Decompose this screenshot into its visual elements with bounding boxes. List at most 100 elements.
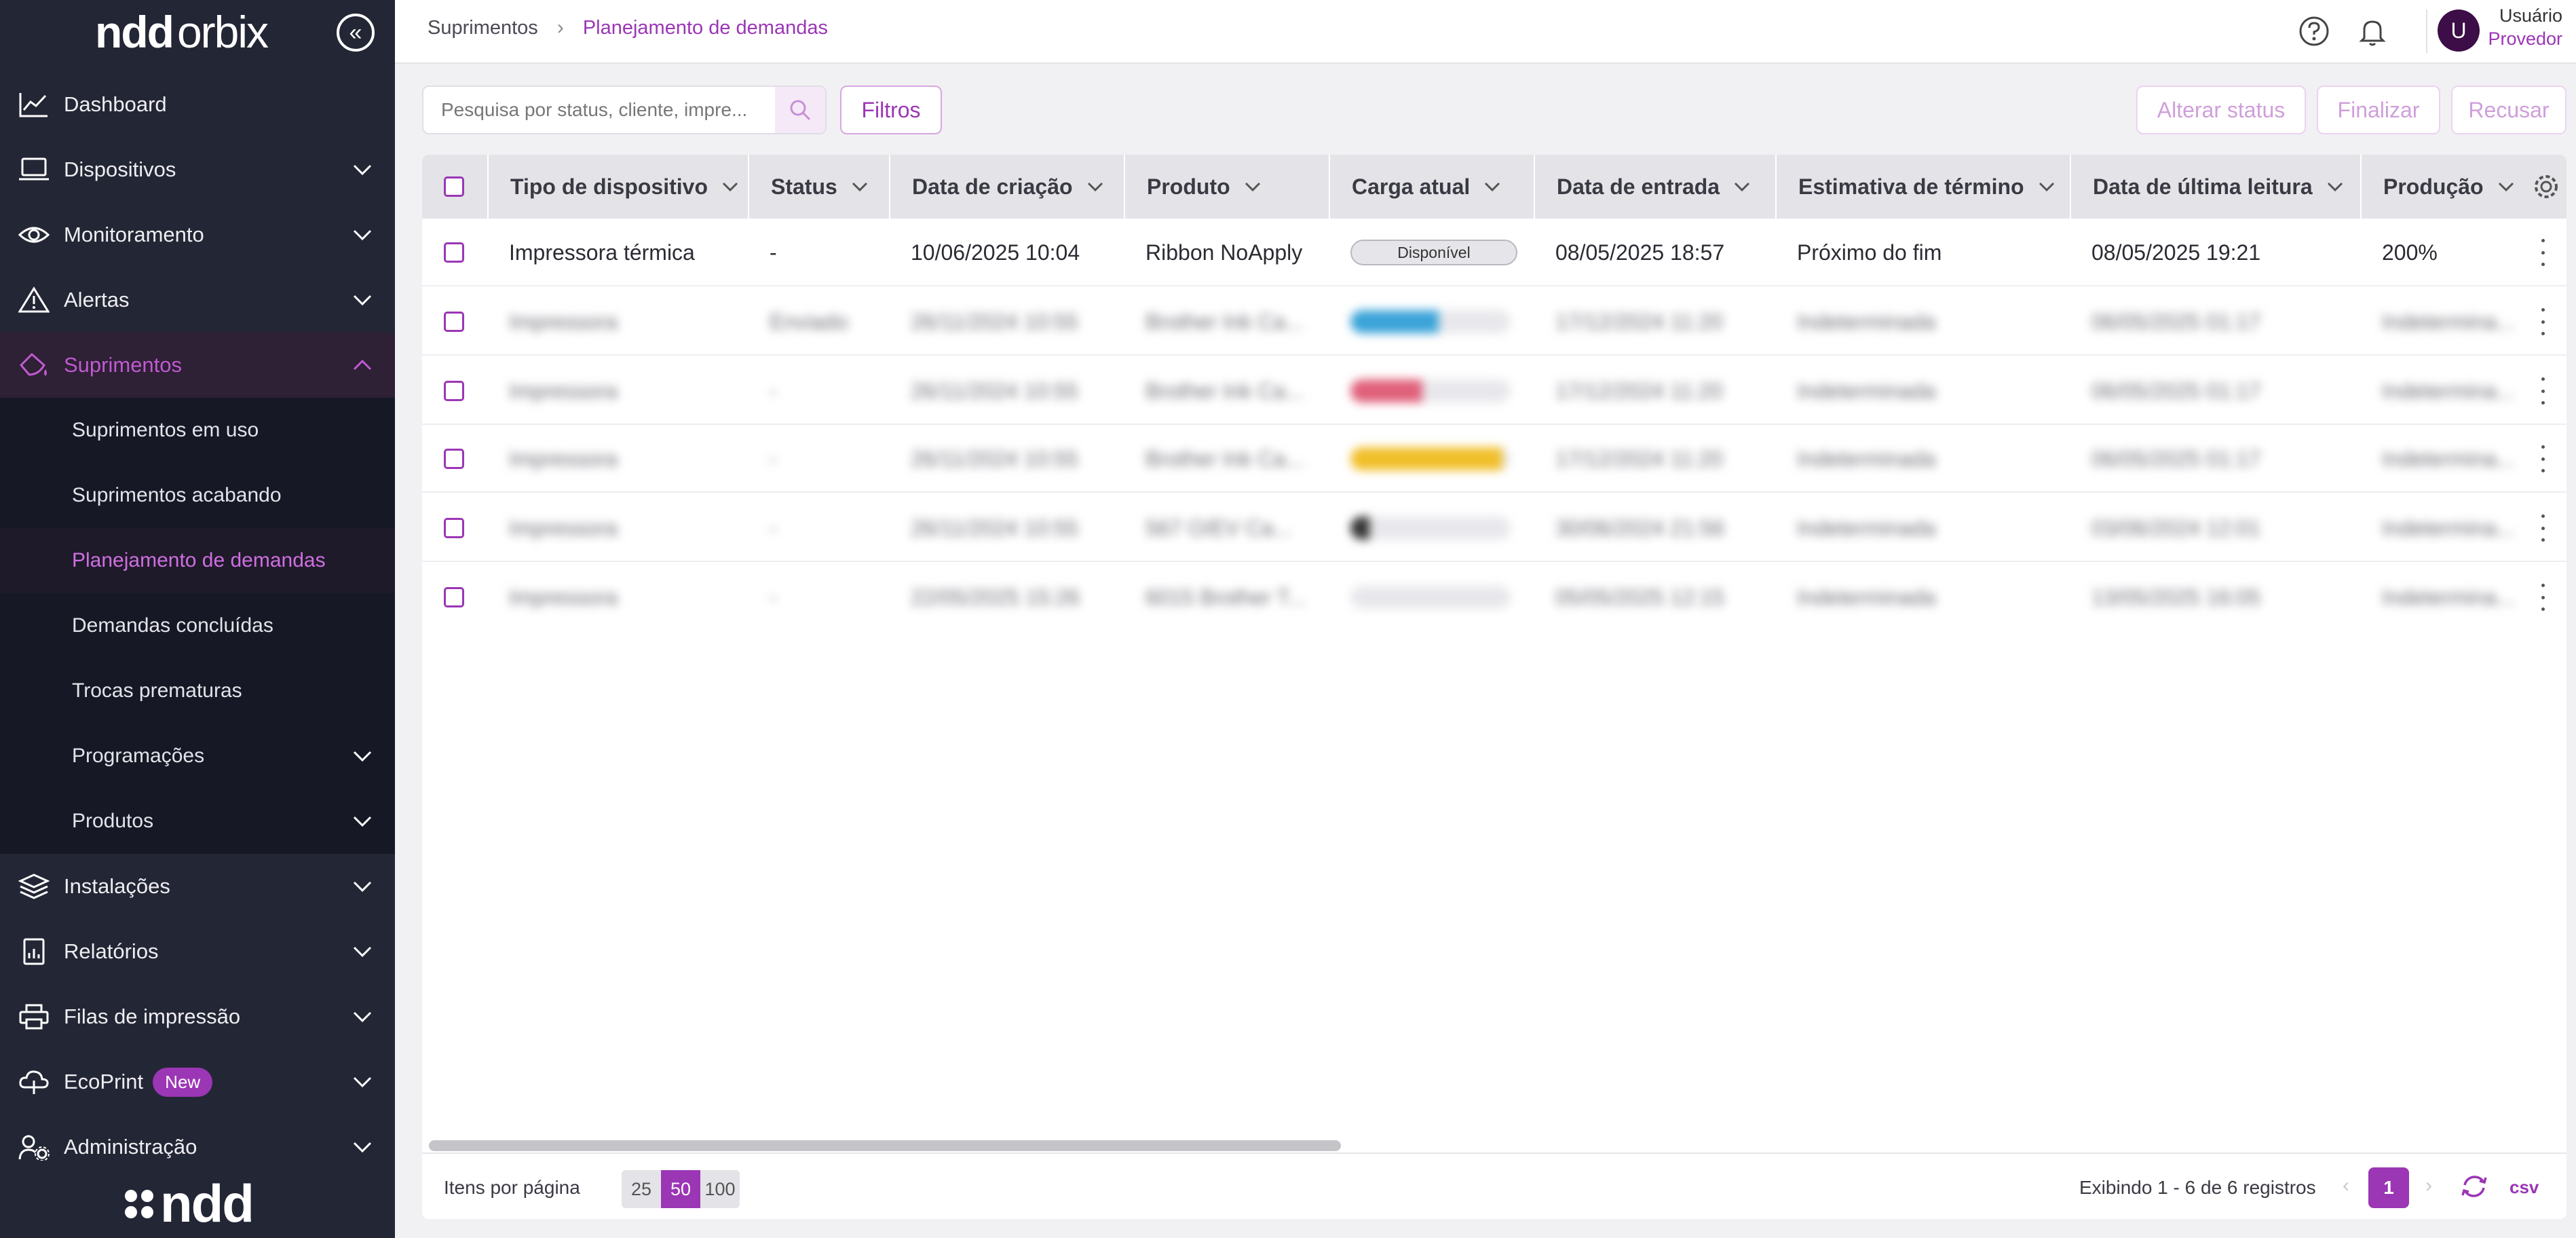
row-checkbox[interactable] [444, 242, 464, 263]
chevron-down-icon[interactable] [350, 157, 375, 182]
row-menu-icon[interactable] [2539, 445, 2546, 472]
page-size-50[interactable]: 50 [661, 1170, 700, 1208]
column-header-ultima-leitura[interactable]: Data de última leitura [2070, 155, 2360, 219]
page-size-100[interactable]: 100 [700, 1170, 740, 1208]
column-header-estimativa[interactable]: Estimativa de término [1775, 155, 2070, 219]
column-header-tipo[interactable]: Tipo de dispositivo [487, 155, 748, 219]
status-badge: Disponível [1350, 240, 1517, 265]
column-settings-button[interactable] [2526, 155, 2566, 219]
prev-page-icon[interactable]: ‹ [2343, 1174, 2349, 1197]
row-checkbox[interactable] [444, 312, 464, 332]
sidebar-item-dashboard[interactable]: Dashboard [0, 72, 395, 137]
help-icon[interactable] [2296, 14, 2332, 49]
ndd-orbix-logo[interactable]: ndd orbix [95, 5, 269, 58]
submenu-item-produtos[interactable]: Produtos [0, 789, 395, 854]
sidebar-item-relatorios[interactable]: Relatórios [0, 919, 395, 984]
sidebar-item-alertas[interactable]: Alertas [0, 267, 395, 333]
horizontal-scrollbar[interactable] [429, 1140, 1341, 1151]
sidebar-item-monitoramento[interactable]: Monitoramento [0, 202, 395, 267]
table-row[interactable]: Impressora - 22/05/2025 15:26 6015 Broth… [422, 563, 2566, 631]
finish-button[interactable]: Finalizar [2317, 86, 2440, 134]
chevron-down-icon[interactable] [350, 1070, 375, 1094]
sidebar-item-label: Suprimentos [64, 353, 183, 377]
row-menu-icon[interactable] [2539, 514, 2546, 542]
breadcrumb-item-current: Planejamento de demandas [582, 16, 828, 39]
header-divider [2426, 10, 2427, 53]
chevron-down-icon[interactable] [350, 939, 375, 964]
page-size-25[interactable]: 25 [622, 1170, 661, 1208]
chevron-down-icon[interactable] [1482, 176, 1502, 197]
table-row[interactable]: Impressora - 26/11/2024 10:55 Brother In… [422, 425, 2566, 493]
column-header-data-criacao[interactable]: Data de criação [889, 155, 1124, 219]
change-status-button[interactable]: Alterar status [2136, 86, 2306, 134]
chevron-down-icon[interactable] [350, 223, 375, 247]
chevron-down-icon[interactable] [2037, 176, 2057, 197]
row-menu-icon[interactable] [2539, 239, 2546, 266]
refresh-icon[interactable] [2459, 1171, 2489, 1201]
chevron-down-icon[interactable] [2325, 176, 2345, 197]
chevron-down-icon[interactable] [350, 874, 375, 899]
bell-icon[interactable] [2355, 14, 2390, 49]
sidebar-item-suprimentos[interactable]: Suprimentos [0, 333, 395, 398]
row-checkbox[interactable] [444, 518, 464, 538]
select-all-checkbox[interactable] [444, 176, 464, 197]
chevron-down-icon[interactable] [2496, 176, 2516, 197]
chevron-down-icon[interactable] [350, 809, 375, 833]
chevron-down-icon[interactable] [350, 1005, 375, 1029]
avatar[interactable]: U [2438, 10, 2480, 52]
search-button[interactable] [775, 87, 825, 133]
chevron-down-icon[interactable] [720, 176, 740, 197]
submenu-item-label: Produtos [72, 810, 154, 832]
sidebar-item-filas-de-impressao[interactable]: Filas de impressão [0, 984, 395, 1049]
breadcrumb-item-suprimentos[interactable]: Suprimentos [428, 17, 538, 39]
submenu-item-suprimentos-acabando[interactable]: Suprimentos acabando [0, 463, 395, 528]
chevron-up-icon[interactable] [350, 353, 375, 377]
row-checkbox[interactable] [444, 587, 464, 607]
cell-status: - [770, 584, 777, 609]
sidebar-item-label: Administração [64, 1135, 197, 1159]
row-menu-icon[interactable] [2539, 584, 2546, 611]
row-menu-icon[interactable] [2539, 377, 2546, 405]
submenu-item-label: Trocas prematuras [72, 679, 242, 702]
submenu-item-trocas-prematuras[interactable]: Trocas prematuras [0, 658, 395, 724]
current-page-button[interactable]: 1 [2368, 1167, 2409, 1208]
chevron-down-icon[interactable] [1243, 176, 1263, 197]
submenu-item-demandas-concluidas[interactable]: Demandas concluídas [0, 593, 395, 658]
table-row[interactable]: Impressora - 26/11/2024 10:55 567 O/EV C… [422, 494, 2566, 562]
search-input[interactable] [423, 87, 776, 133]
chevron-down-icon[interactable] [1085, 176, 1105, 197]
submenu-item-suprimentos-em-uso[interactable]: Suprimentos em uso [0, 398, 395, 463]
submenu-item-programacoes[interactable]: Programações [0, 724, 395, 789]
chevron-down-icon[interactable] [850, 176, 870, 197]
submenu-item-planejamento-de-demandas[interactable]: Planejamento de demandas [0, 528, 395, 593]
column-header-data-entrada[interactable]: Data de entrada [1534, 155, 1775, 219]
row-checkbox[interactable] [444, 449, 464, 469]
column-header-produto[interactable]: Produto [1124, 155, 1329, 219]
column-header-status[interactable]: Status [748, 155, 889, 219]
user-name[interactable]: Usuário [2499, 5, 2562, 26]
collapse-sidebar-button[interactable]: « [337, 14, 375, 52]
row-checkbox[interactable] [444, 381, 464, 401]
row-menu-icon[interactable] [2539, 308, 2546, 335]
table-row[interactable]: Impressora Enviado 26/11/2024 10:55 Brot… [422, 288, 2566, 356]
sidebar-item-ecoprint[interactable]: EcoPrint New [0, 1049, 395, 1114]
table-row[interactable]: Impressora - 26/11/2024 10:55 Brother In… [422, 357, 2566, 425]
sidebar-item-label: Monitoramento [64, 223, 204, 246]
chevron-down-icon[interactable] [350, 288, 375, 312]
cell-estimativa: Indeterminada [1797, 378, 1936, 403]
column-header-producao[interactable]: Produção [2360, 155, 2526, 219]
sidebar-item-instalacoes[interactable]: Instalações [0, 854, 395, 919]
reject-button[interactable]: Recusar [2451, 86, 2566, 134]
table-row[interactable]: Impressora térmica - 10/06/2025 10:04 Ri… [422, 219, 2566, 286]
filters-button[interactable]: Filtros [840, 86, 942, 134]
sidebar-item-dispositivos[interactable]: Dispositivos [0, 137, 395, 202]
column-header-carga-atual[interactable]: Carga atual [1329, 155, 1534, 219]
chevron-down-icon[interactable] [1732, 176, 1752, 197]
sidebar-item-administracao[interactable]: Administração [0, 1114, 395, 1180]
export-csv-button[interactable]: csv [2509, 1177, 2539, 1198]
chevron-down-icon[interactable] [350, 744, 375, 768]
user-role: Provedor [2488, 29, 2562, 49]
chevron-down-icon[interactable] [350, 1135, 375, 1159]
next-page-icon[interactable]: › [2425, 1174, 2432, 1197]
sidebar-item-label: Dispositivos [64, 157, 176, 181]
